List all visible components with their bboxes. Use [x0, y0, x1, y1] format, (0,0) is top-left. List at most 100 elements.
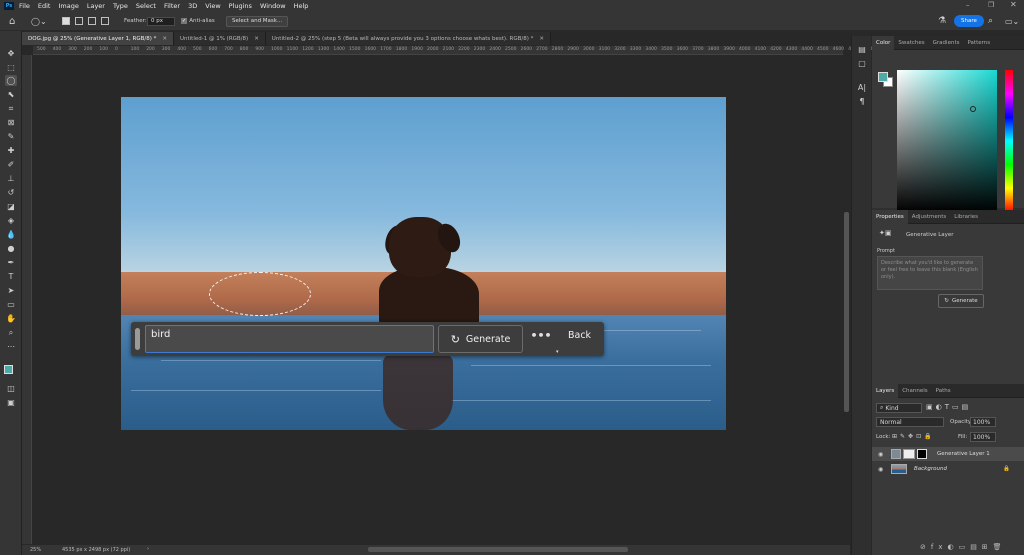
intersect-selection-icon[interactable] — [101, 11, 109, 31]
status-arrow-icon[interactable]: › — [147, 546, 149, 552]
layer-actions-bar[interactable]: ⊘fx◐▭▤⊞🗑 — [920, 543, 1007, 551]
tab-color[interactable]: Color — [872, 35, 895, 50]
more-options-button[interactable]: ••• ▾ — [530, 329, 558, 355]
menu-image[interactable]: Image — [58, 2, 78, 10]
select-and-mask-button[interactable]: Select and Mask... — [226, 15, 289, 27]
foreground-color-swatch[interactable] — [4, 365, 13, 374]
clone-stamp-icon[interactable]: ⊥ — [5, 173, 17, 184]
home-icon[interactable]: ⌂ — [9, 11, 15, 31]
back-button[interactable]: Back — [568, 330, 591, 341]
tab-paths[interactable]: Paths — [932, 384, 955, 398]
new-selection-icon[interactable] — [62, 11, 70, 31]
paragraph-panel-icon[interactable]: ¶ — [856, 96, 868, 107]
learn-flask-icon[interactable]: ⚗ — [938, 11, 946, 31]
tab-layers[interactable]: Layers — [872, 383, 899, 398]
menu-help[interactable]: Help — [294, 2, 309, 10]
layer-name[interactable]: Generative Layer 1 — [937, 451, 990, 457]
path-select-icon[interactable]: ➤ — [5, 285, 17, 296]
color-picker-handle[interactable] — [970, 106, 976, 112]
type-tool-icon[interactable]: T — [5, 271, 17, 282]
tab-untitled-2[interactable]: Untitled-2 @ 25% (step 5 (Beta will alwa… — [265, 32, 551, 45]
move-tool-icon[interactable]: ✥ — [5, 48, 17, 59]
generative-prompt-input[interactable]: bird — [145, 325, 434, 353]
tab-dog[interactable]: DOG.jpg @ 25% (Generative Layer 1, RGB/8… — [22, 32, 174, 45]
drag-handle[interactable] — [135, 328, 140, 350]
horizontal-scrollbar[interactable] — [368, 547, 628, 552]
history-panel-icon[interactable]: ▤ — [856, 44, 868, 55]
hand-tool-icon[interactable]: ✋ — [5, 313, 17, 324]
healing-brush-icon[interactable]: ✚ — [5, 145, 17, 156]
tab-libraries[interactable]: Libraries — [950, 210, 982, 224]
zoom-level[interactable]: 25% — [30, 547, 41, 553]
menu-layer[interactable]: Layer — [87, 2, 105, 10]
antialias-checkbox[interactable]: ✓ Anti-alias — [181, 11, 215, 31]
close-tab-icon[interactable]: ✕ — [254, 36, 259, 42]
comments-panel-icon[interactable]: ▢ — [856, 58, 868, 69]
menu-window[interactable]: Window — [260, 2, 286, 10]
menu-file[interactable]: File — [19, 2, 30, 10]
properties-prompt-input[interactable]: Describe what you'd like to generate or … — [877, 256, 983, 290]
layer-row-background[interactable]: ◉ Background 🔒 — [872, 462, 1024, 476]
rectangle-tool-icon[interactable]: ▭ — [5, 299, 17, 310]
more-tools-icon[interactable]: ⋯ — [5, 341, 17, 352]
properties-generate-button[interactable]: ↻ Generate — [938, 294, 984, 308]
crop-tool-icon[interactable]: ⌗ — [5, 103, 17, 114]
layer-filter-icons[interactable]: ▣◐T▭▤ — [926, 403, 971, 411]
vertical-scrollbar[interactable] — [844, 212, 849, 412]
fill-input[interactable]: 100% — [970, 432, 996, 442]
minimize-icon[interactable]: – — [966, 1, 970, 9]
close-icon[interactable]: ✕ — [1010, 0, 1017, 9]
opacity-input[interactable]: 100% — [970, 417, 996, 427]
eyedropper-tool-icon[interactable]: ✎ — [5, 131, 17, 142]
layer-row-generative[interactable]: ◉ Generative Layer 1 — [872, 447, 1024, 461]
maximize-icon[interactable]: ❐ — [988, 1, 994, 9]
object-select-tool-icon[interactable]: ⬉ — [5, 89, 17, 100]
foreground-swatch[interactable] — [878, 72, 888, 82]
screen-mode-icon[interactable]: ▣ — [5, 397, 17, 408]
search-icon[interactable]: ⌕ — [988, 11, 993, 31]
tab-properties[interactable]: Properties — [872, 209, 908, 224]
dodge-tool-icon[interactable]: ● — [5, 243, 17, 254]
lasso-tool-preset-icon[interactable]: ◯⌄ — [31, 11, 47, 31]
menu-3d[interactable]: 3D — [188, 2, 197, 10]
eraser-tool-icon[interactable]: ◪ — [5, 201, 17, 212]
quick-mask-icon[interactable]: ◫ — [5, 383, 17, 394]
menu-select[interactable]: Select — [136, 2, 156, 10]
visibility-eye-icon[interactable]: ◉ — [878, 466, 885, 473]
frame-tool-icon[interactable]: ⊠ — [5, 117, 17, 128]
tab-channels[interactable]: Channels — [898, 384, 931, 398]
menu-edit[interactable]: Edit — [38, 2, 51, 10]
marquee-tool-icon[interactable]: ⬚ — [5, 62, 17, 73]
close-tab-icon[interactable]: ✕ — [162, 36, 167, 42]
menu-view[interactable]: View — [205, 2, 220, 10]
close-tab-icon[interactable]: ✕ — [539, 36, 544, 42]
brush-tool-icon[interactable]: ✐ — [5, 159, 17, 170]
document-image[interactable] — [121, 97, 726, 430]
blur-tool-icon[interactable]: 💧 — [5, 229, 17, 240]
history-brush-icon[interactable]: ↺ — [5, 187, 17, 198]
lasso-selection[interactable] — [209, 272, 311, 316]
tab-adjustments[interactable]: Adjustments — [908, 210, 950, 224]
generate-button[interactable]: ↻ Generate — [438, 325, 523, 353]
pen-tool-icon[interactable]: ✒ — [5, 257, 17, 268]
share-button[interactable]: Share — [954, 15, 984, 27]
hue-slider[interactable] — [1005, 70, 1013, 212]
add-selection-icon[interactable] — [75, 11, 83, 31]
tab-gradients[interactable]: Gradients — [929, 36, 964, 50]
character-panel-icon[interactable]: A| — [856, 82, 868, 93]
feather-input[interactable]: 0 px — [147, 16, 175, 26]
lasso-tool-icon[interactable]: ◯ — [5, 75, 17, 86]
paint-bucket-icon[interactable]: ◈ — [5, 215, 17, 226]
workspace-icon[interactable]: ▭⌄ — [1005, 11, 1019, 31]
tab-swatches[interactable]: Swatches — [894, 36, 928, 50]
color-field[interactable] — [897, 70, 997, 212]
lock-icons[interactable]: ⊞✎✥⊡🔒 — [892, 433, 935, 440]
subtract-selection-icon[interactable] — [88, 11, 96, 31]
menu-type[interactable]: Type — [113, 2, 128, 10]
visibility-eye-icon[interactable]: ◉ — [878, 451, 885, 458]
blend-mode-select[interactable]: Normal — [876, 417, 944, 427]
layer-filter-select[interactable]: ⌕ Kind — [876, 403, 922, 413]
zoom-tool-icon[interactable]: ⌕ — [5, 327, 17, 338]
menu-plugins[interactable]: Plugins — [229, 2, 252, 10]
tab-untitled-1[interactable]: Untitled-1 @ 1% (RGB/8) ✕ — [173, 32, 266, 45]
